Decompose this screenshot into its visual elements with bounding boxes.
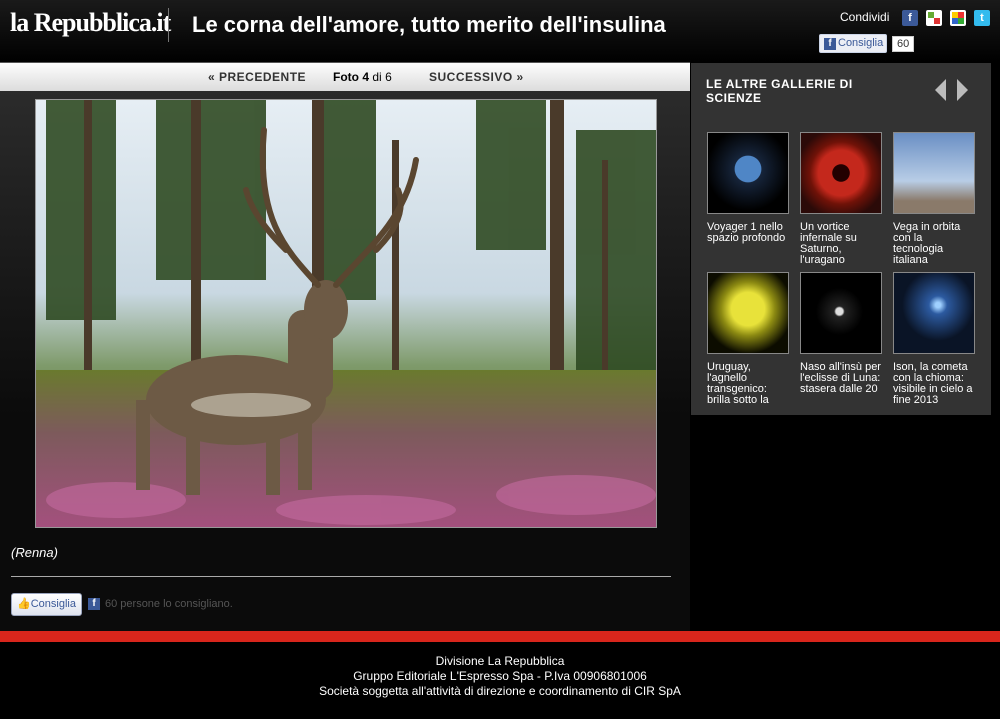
other-galleries-sidebar: LE ALTRE GALLERIE DI SCIENZE Voyager 1 n… — [691, 63, 991, 415]
sidebar-next-arrow-icon[interactable] — [957, 79, 968, 101]
facebook-icon: f — [824, 38, 836, 50]
gallery-navigation: « PRECEDENTE Foto 4 di 6 SUCCESSIVO » — [0, 62, 690, 91]
next-photo-link[interactable]: SUCCESSIVO » — [429, 70, 524, 84]
like-button-label: Consiglia — [838, 37, 884, 49]
gallery-thumb-cometa[interactable] — [893, 272, 975, 354]
twitter-icon[interactable]: t — [974, 10, 990, 26]
total-photos: 6 — [385, 70, 392, 84]
sidebar-prev-arrow-icon[interactable] — [935, 79, 946, 101]
gallery-title: Le corna dell'amore, tutto merito dell'i… — [192, 12, 666, 37]
previous-photo-link[interactable]: « PRECEDENTE — [208, 70, 306, 84]
header-divider — [168, 8, 169, 42]
gallery-caption-saturno[interactable]: Un vortice infernale su Saturno, l'uraga… — [800, 222, 882, 266]
footer-line-1: Divisione La Repubblica — [435, 654, 565, 668]
gallery-thumb-agnello[interactable] — [707, 272, 789, 354]
gallery-caption-eclisse[interactable]: Naso all'insù per l'eclisse di Luna: sta… — [800, 362, 882, 395]
footer-line-2: Gruppo Editoriale L'Espresso Spa - P.Iva… — [353, 669, 647, 683]
photo-caption: (Renna) — [11, 545, 58, 560]
main-photo[interactable] — [35, 99, 657, 528]
like-button-label: Consiglia — [30, 598, 76, 610]
facebook-icon[interactable]: f — [902, 10, 918, 26]
footer-line-3: Società soggetta all'attività di direzio… — [319, 684, 681, 698]
google-icon[interactable] — [950, 10, 966, 26]
counter-separator: di — [372, 70, 382, 84]
facebook-like-button-bottom[interactable]: 👍Consiglia — [11, 593, 82, 616]
facebook-icon: f — [88, 598, 100, 610]
gallery-caption-vega[interactable]: Vega in orbita con la tecnologia italian… — [893, 222, 975, 266]
share-label: Condividi — [840, 10, 890, 24]
facebook-like-button[interactable]: f Consiglia — [819, 34, 887, 53]
gallery-thumb-eclisse[interactable] — [800, 272, 882, 354]
photo-counter: Foto 4 di 6 — [333, 70, 392, 84]
current-photo-number: 4 — [362, 70, 370, 84]
gallery-caption-agnello[interactable]: Uruguay, l'agnello transgenico: brilla s… — [707, 362, 789, 406]
thumbs-up-icon: 👍 — [17, 598, 31, 610]
reindeer-photo-illustration — [36, 100, 656, 527]
caption-divider — [11, 576, 671, 577]
counter-prefix: Foto — [333, 70, 359, 84]
oknotizie-icon[interactable] — [926, 10, 942, 26]
gallery-caption-voyager[interactable]: Voyager 1 nello spazio profondo — [707, 222, 789, 244]
sidebar-title: LE ALTRE GALLERIE DI SCIENZE — [706, 77, 853, 105]
gallery-caption-cometa[interactable]: Ison, la cometa con la chioma: visibile … — [893, 362, 975, 406]
footer-red-band — [0, 631, 1000, 642]
gallery-thumb-voyager[interactable] — [707, 132, 789, 214]
repubblica-logo[interactable]: la Repubblica.it — [10, 8, 171, 38]
gallery-thumb-saturno[interactable] — [800, 132, 882, 214]
gallery-thumb-vega[interactable] — [893, 132, 975, 214]
like-count: 60 — [892, 36, 915, 52]
page-footer: Divisione La Repubblica Gruppo Editorial… — [0, 642, 1000, 719]
likes-text: 60 persone lo consigliano. — [105, 598, 233, 610]
page-header: la Repubblica.it Le corna dell'amore, tu… — [0, 0, 1000, 62]
